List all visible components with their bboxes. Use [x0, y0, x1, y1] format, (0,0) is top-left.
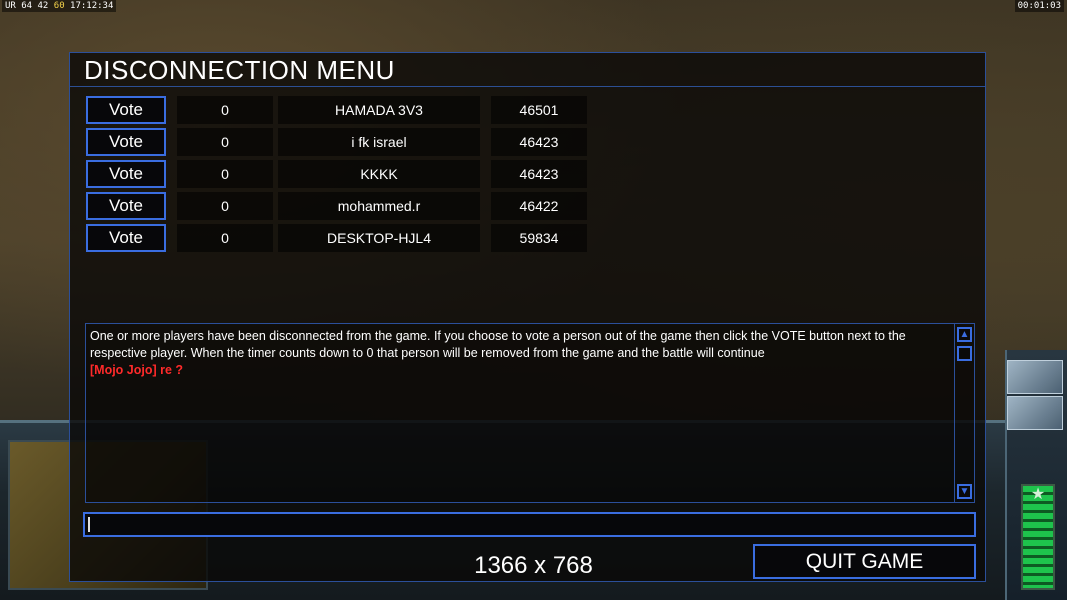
disconnect-notice: One or more players have been disconnect… [90, 329, 906, 360]
message-log[interactable]: One or more players have been disconnect… [85, 323, 975, 503]
build-card [1007, 396, 1063, 430]
player-ping: 46501 [491, 96, 587, 124]
vote-count: 0 [177, 128, 273, 156]
chat-message: [Mojo Jojo] re ? [90, 363, 184, 377]
arrow-down-icon[interactable]: ▼ [957, 484, 972, 499]
vote-count: 0 [177, 160, 273, 188]
player-name: i fk israel [278, 128, 480, 156]
clock: 17:12:34 [70, 1, 114, 11]
stats-prefix: UR 64 42 [5, 1, 49, 11]
vote-count: 0 [177, 96, 273, 124]
vote-button[interactable]: Vote [86, 224, 166, 252]
text-caret [88, 517, 90, 532]
vote-button[interactable]: Vote [86, 160, 166, 188]
player-ping: 46423 [491, 160, 587, 188]
vote-count: 0 [177, 224, 273, 252]
player-name: DESKTOP-HJL4 [278, 224, 480, 252]
build-card [1007, 360, 1063, 394]
title-divider [70, 86, 985, 87]
performance-stats: UR 64 42 60 17:12:34 [2, 0, 117, 12]
disconnection-dialog: DISCONNECTION MENU Vote 0 HAMADA 3V3 465… [69, 52, 986, 582]
fps-value: 60 [53, 1, 65, 11]
player-name: HAMADA 3V3 [278, 96, 480, 124]
chat-input[interactable] [83, 512, 976, 537]
message-text: One or more players have been disconnect… [90, 328, 950, 379]
vote-button[interactable]: Vote [86, 192, 166, 220]
dialog-title: DISCONNECTION MENU [84, 55, 395, 85]
vote-count: 0 [177, 192, 273, 220]
message-scrollbar[interactable]: ▲ ▼ [954, 324, 974, 502]
arrow-up-icon[interactable]: ▲ [957, 327, 972, 342]
game-timer: 00:01:03 [1014, 0, 1064, 12]
player-ping: 59834 [491, 224, 587, 252]
player-ping: 46422 [491, 192, 587, 220]
resolution-label: 1366 x 768 [474, 552, 593, 579]
player-ping: 46423 [491, 128, 587, 156]
star-icon: ★ [1030, 486, 1046, 503]
player-name: KKKK [278, 160, 480, 188]
vote-button[interactable]: Vote [86, 128, 166, 156]
scroll-thumb[interactable] [957, 346, 972, 361]
player-name: mohammed.r [278, 192, 480, 220]
quit-game-button[interactable]: QUIT GAME [753, 544, 976, 579]
vote-button[interactable]: Vote [86, 96, 166, 124]
